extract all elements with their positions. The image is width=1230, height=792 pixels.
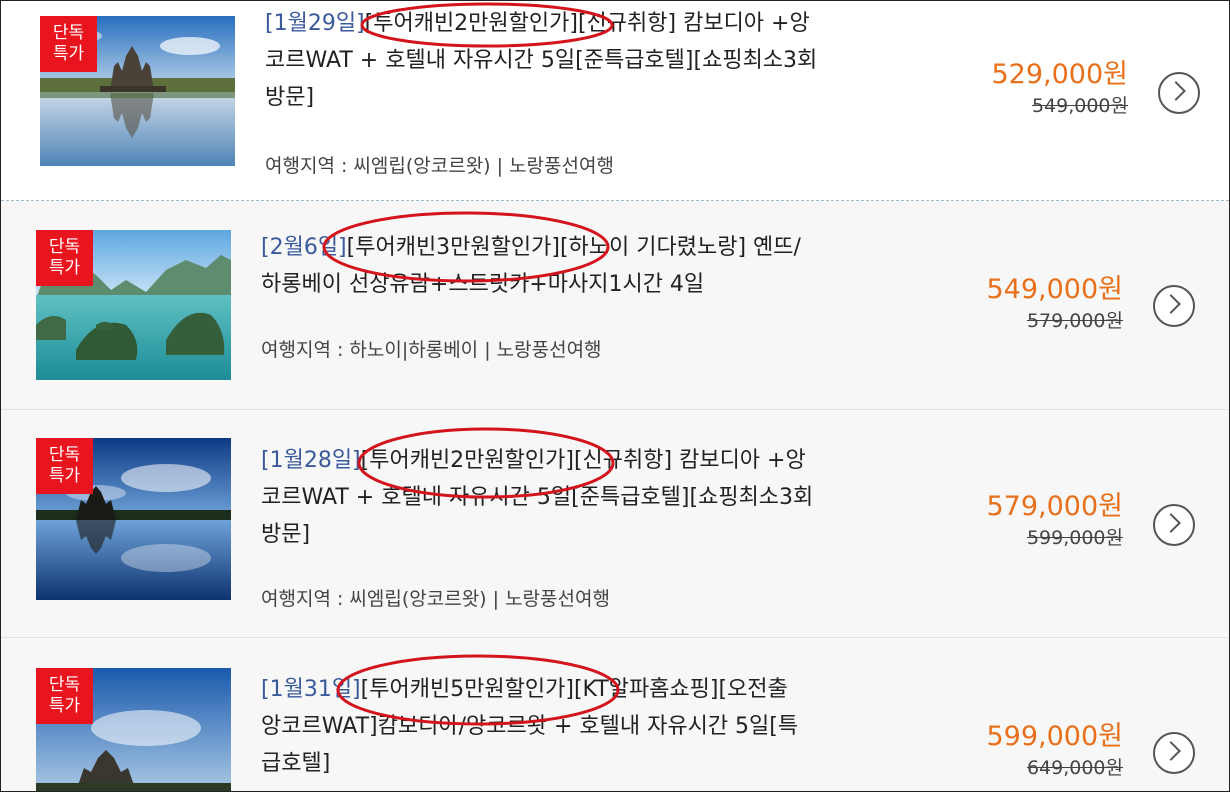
product-item[interactable]: 단독 특가 [1월31일][투어캐빈5만원할인가][KT알파홈쇼핑][오전출 앙코… — [1, 638, 1229, 791]
chevron-right-icon[interactable] — [1153, 504, 1195, 546]
product-title[interactable]: [1월28일][투어캐빈2만원할인가][신규취항] 캄보디아 +앙 코르WAT … — [261, 442, 813, 553]
sale-price: 549,000원 — [986, 274, 1124, 305]
original-price: 649,000원 — [1026, 757, 1123, 779]
sale-price: 529,000원 — [991, 59, 1129, 90]
chevron-right-icon[interactable] — [1153, 732, 1195, 774]
product-thumbnail[interactable]: 단독 특가 — [36, 668, 231, 791]
chevron-right-icon[interactable] — [1153, 285, 1195, 327]
price-block: 579,000원 599,000원 — [963, 490, 1124, 552]
product-thumbnail[interactable]: 단독 특가 — [40, 16, 235, 166]
product-region: 여행지역 : 씨엠립(앙코르왓) | 노랑풍선여행 — [261, 588, 610, 610]
exclusive-deal-badge: 단독 특가 — [40, 16, 97, 72]
product-item[interactable]: 단독 특가 [2월6일][투어캐빈3만원할인가][하노이 기다렸노랑] 옌뜨/ 하… — [1, 201, 1229, 409]
original-price: 549,000원 — [1031, 95, 1128, 117]
original-price: 599,000원 — [1026, 527, 1123, 549]
price-block: 529,000원 549,000원 — [968, 58, 1129, 120]
price-block: 549,000원 579,000원 — [963, 273, 1124, 335]
product-thumbnail[interactable]: 단독 특가 — [36, 438, 231, 600]
product-region: 여행지역 : 씨엠립(앙코르왓) | 노랑풍선여행 — [265, 155, 614, 177]
product-region: 여행지역 : 하노이|하롱베이 | 노랑풍선여행 — [261, 339, 602, 361]
product-title[interactable]: [1월29일][투어캐빈2만원할인가][신규취항] 캄보디아 +앙 코르WAT … — [265, 5, 817, 116]
product-item[interactable]: 단독 특가 [1월28일][투어캐빈2만원할인가][신규취항] 캄보디아 +앙 코… — [1, 410, 1229, 637]
chevron-right-icon[interactable] — [1158, 72, 1200, 114]
product-title[interactable]: [2월6일][투어캐빈3만원할인가][하노이 기다렸노랑] 옌뜨/ 하롱베이 선… — [261, 229, 801, 303]
sale-price: 579,000원 — [986, 491, 1124, 522]
price-block: 599,000원 649,000원 — [963, 720, 1124, 782]
product-thumbnail[interactable]: 단독 특가 — [36, 230, 231, 380]
original-price: 579,000원 — [1026, 310, 1123, 332]
product-title[interactable]: [1월31일][투어캐빈5만원할인가][KT알파홈쇼핑][오전출 앙코르WAT]… — [261, 671, 798, 782]
exclusive-deal-badge: 단독 특가 — [36, 438, 93, 494]
sale-price: 599,000원 — [986, 721, 1124, 752]
product-item[interactable]: 단독 특가 [1월29일][투어캐빈2만원할인가][신규취항] 캄보디아 +앙 코… — [1, 1, 1229, 199]
exclusive-deal-badge: 단독 특가 — [36, 230, 93, 286]
exclusive-deal-badge: 단독 특가 — [36, 668, 93, 724]
